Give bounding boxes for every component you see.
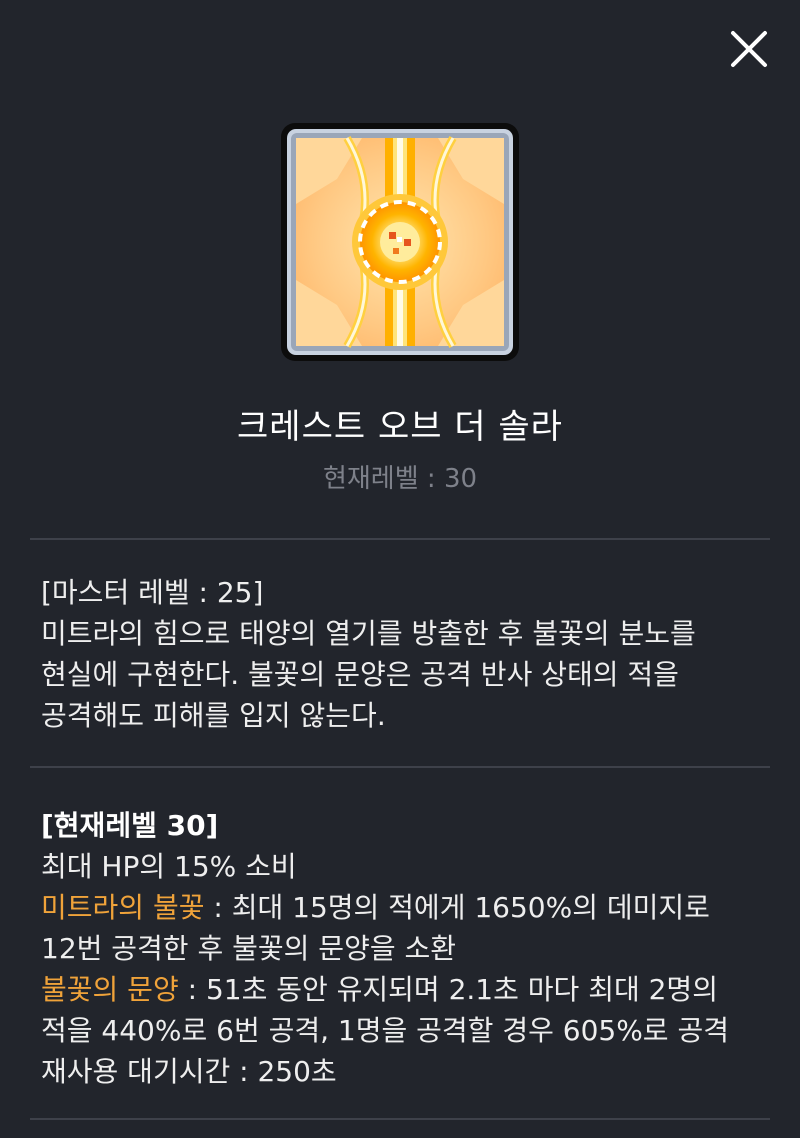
mitra-flame-line: 미트라의 불꽃 : 최대 15명의 적에게 1650%의 데미지로 [41, 887, 771, 928]
flame-sigil-text: : 51초 동안 유지되며 2.1초 마다 최대 2명의 [178, 973, 718, 1006]
mitra-flame-label: 미트라의 불꽃 [41, 891, 205, 924]
divider [30, 538, 770, 540]
flame-sigil-label: 불꽃의 문양 [41, 973, 179, 1006]
current-level-label: 현재레벨 : 30 [322, 464, 478, 494]
divider [30, 1118, 770, 1120]
flame-sigil-line: 불꽃의 문양 : 51초 동안 유지되며 2.1초 마다 최대 2명의 [41, 969, 771, 1010]
skill-name: 크레스트 오브 더 솔라 [237, 407, 563, 447]
master-level-label: [마스터 레벨 : 25] [41, 576, 264, 609]
description-line: 미트라의 힘으로 태양의 열기를 방출한 후 불꽃의 분노를 [41, 617, 696, 650]
mitra-flame-text: : 최대 15명의 적에게 1650%의 데미지로 [204, 891, 710, 924]
flame-sigil-text-continued: 적을 440%로 6번 공격, 1명을 공격할 경우 605%로 공격 [41, 1014, 729, 1047]
solar-crest-skill-icon [277, 119, 523, 365]
close-icon[interactable] [727, 27, 771, 71]
skill-description: [마스터 레벨 : 25] 미트라의 힘으로 태양의 열기를 방출한 후 불꽃의… [41, 572, 771, 736]
current-level-header: [현재레벨 30] [41, 809, 219, 842]
description-line: 현실에 구현한다. 불꽃의 문양은 공격 반사 상태의 적을 [41, 658, 679, 691]
mitra-flame-text-continued: 12번 공격한 후 불꽃의 문양을 소환 [41, 932, 457, 965]
description-line: 공격해도 피해를 입지 않는다. [41, 699, 386, 732]
level-details: [현재레벨 30] 최대 HP의 15% 소비 미트라의 불꽃 : 최대 15명… [41, 805, 771, 1092]
hp-cost-text: 최대 HP의 15% 소비 [41, 850, 297, 883]
cooldown-text: 재사용 대기시간 : 250초 [41, 1055, 337, 1088]
skill-detail-page: 크레스트 오브 더 솔라 현재레벨 : 30 [마스터 레벨 : 25] 미트라… [0, 0, 800, 1138]
divider [30, 766, 770, 768]
close-button[interactable] [727, 27, 771, 71]
